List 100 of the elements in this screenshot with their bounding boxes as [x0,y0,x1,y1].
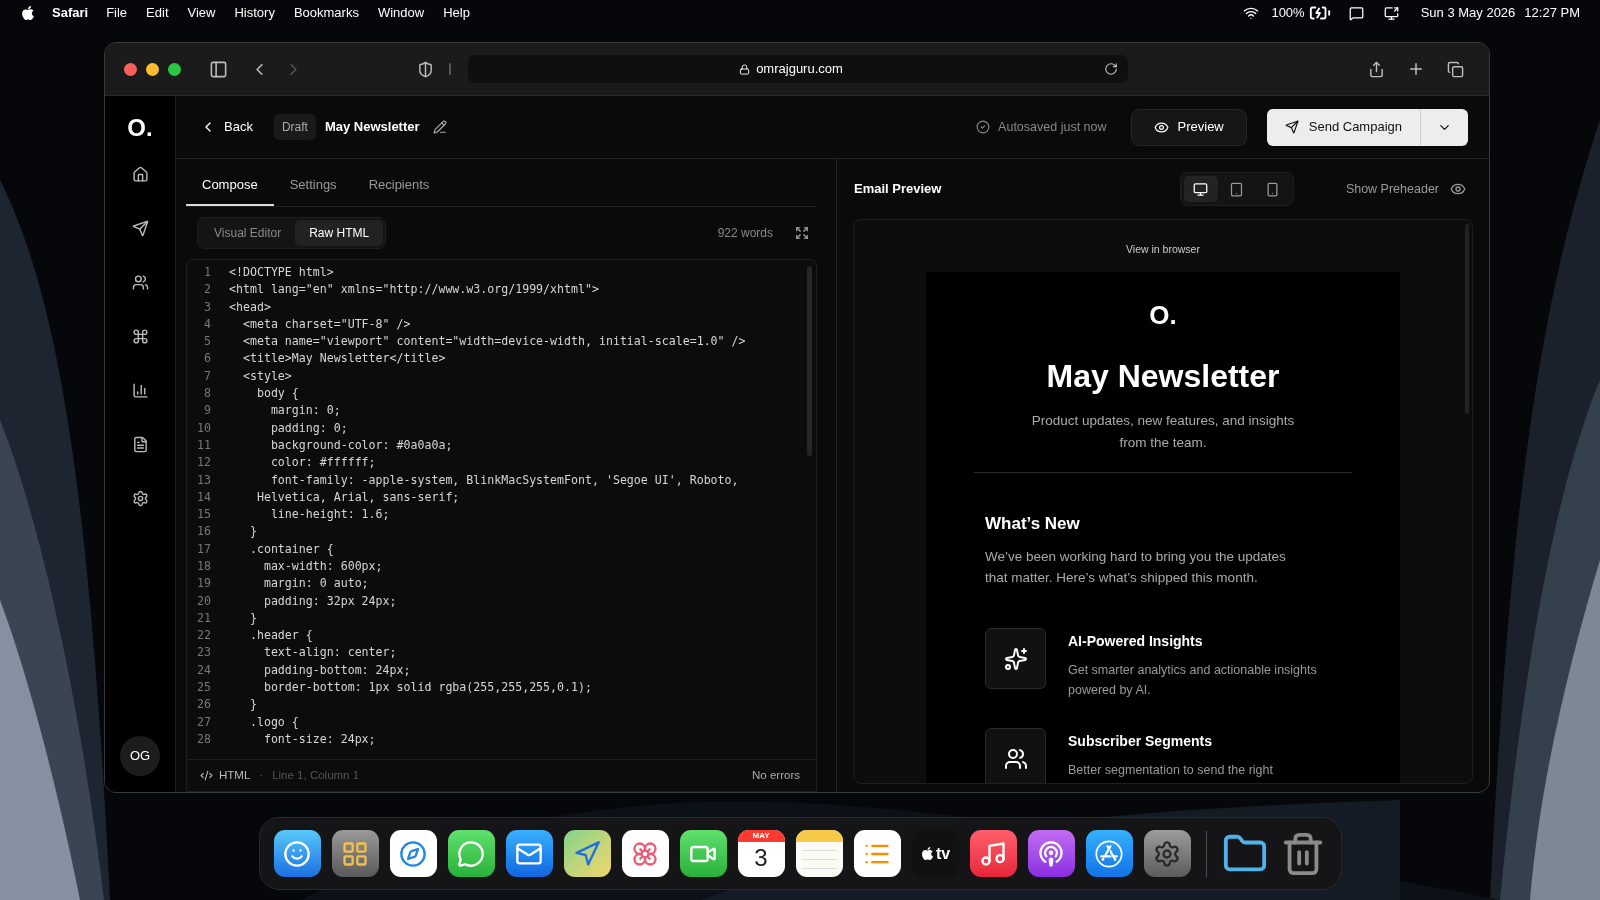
menu-date[interactable]: Sun 3 May 2026 [1420,3,1516,23]
chat-icon[interactable] [1348,5,1364,21]
code-line: <title>May Newsletter</title> [241,350,446,368]
mail-icon[interactable] [505,830,553,877]
code-line: } [248,609,257,627]
send-campaign-button[interactable]: Send Campaign [1266,108,1420,146]
email-title: May Newsletter [1046,359,1280,392]
minimize-window-button[interactable] [146,62,159,76]
code-line: margin: 0; [269,402,341,420]
line-number: 27 [196,713,211,731]
line-number: 19 [196,575,211,593]
campaign-title: May Newsletter [324,118,420,137]
tv-app-icon[interactable]: tv [911,830,959,877]
preview-title: Email Preview [854,180,942,199]
bar-chart-icon[interactable] [131,382,149,399]
code-line: line-height: 1.6; [269,506,390,524]
expand-icon[interactable] [795,226,809,240]
back-button[interactable]: Back [200,117,253,137]
settings-icon[interactable] [131,490,149,507]
code-line: <head> [229,298,271,316]
code-line: background-color: #0a0a0a; [269,436,453,454]
code-line: <style> [241,367,292,385]
line-number: 4 [203,315,211,333]
editor-tab[interactable]: Compose [186,159,274,206]
menu-item[interactable]: History [234,3,275,23]
editor-tab[interactable]: Recipients [352,159,446,206]
editor-mode-option[interactable]: Raw HTML [295,220,384,246]
line-number: 20 [196,592,211,610]
menu-item[interactable]: View [187,3,216,23]
wifi-icon[interactable] [1243,5,1260,21]
menu-item[interactable]: Edit [146,3,169,23]
close-window-button[interactable] [124,62,137,76]
users-icon[interactable] [131,274,149,291]
reminders-icon[interactable] [853,830,901,877]
line-number: 25 [196,679,211,697]
address-field[interactable]: omrajguru.com [468,55,1128,83]
calendar-icon[interactable]: MAY 3 [737,830,785,877]
app-menu[interactable]: Safari [52,3,89,23]
feature-description: Better segmentation to send the right [1068,762,1274,780]
menu-item[interactable]: Window [377,3,425,23]
document-icon[interactable] [131,436,149,453]
notes-icon[interactable] [795,830,843,877]
code-line: text-align: center; [262,644,397,662]
preview-button[interactable]: Preview [1130,108,1247,146]
feature-description: Get smarter analytics and actionable insights powered by AI. [1068,662,1318,700]
code-line: margin: 0 auto; [262,575,369,593]
line-number: 15 [196,506,211,524]
line-number: 9 [203,402,211,420]
maps-icon[interactable] [563,830,611,877]
error-status: No errors [752,767,800,783]
menu-item[interactable]: File [106,3,128,23]
editor-tab[interactable]: Settings [273,159,353,206]
photos-icon[interactable] [621,830,669,877]
code-line: font-family: -apple-system, BlinkMacSystemFont, 'Segoe UI', Roboto, [269,471,739,489]
show-preheader-button[interactable]: Show Preheader [1345,179,1439,199]
menu-item[interactable]: Help [443,3,470,23]
tab-overview-icon[interactable] [1447,60,1464,78]
zoom-window-button[interactable] [168,62,181,76]
podcasts-icon[interactable] [1027,830,1075,877]
system-settings-icon[interactable] [1143,830,1191,877]
tablet-icon [1229,181,1245,197]
messages-icon[interactable] [447,830,495,877]
line-number: 16 [196,523,211,541]
menu-time[interactable]: 12:27 PM [1524,3,1580,23]
code-line: border-bottom: 1px solid rgba(255,255,255,0.1); [262,679,592,697]
language-label: HTML [219,767,251,783]
paper-plane-icon[interactable] [131,220,149,237]
share-icon[interactable] [1368,60,1385,78]
home-icon[interactable] [131,166,149,183]
code-line: <meta name="viewport" content="width=device-width, initial-scale=1.0" /> [241,333,746,351]
line-number: 1 [203,263,211,281]
app-store-icon[interactable] [1085,830,1133,877]
code-line: } [248,523,257,541]
code-line: font-size: 24px; [262,730,376,748]
shield-icon[interactable] [417,60,434,78]
view-in-browser-link[interactable]: View in browser [1126,242,1200,258]
launchpad-icon[interactable] [331,830,379,877]
menu-item[interactable]: Bookmarks [293,3,359,23]
apple-logo-icon[interactable] [20,5,36,21]
eye-icon [1153,119,1169,135]
user-avatar[interactable]: OG [120,736,160,776]
edit-icon[interactable] [432,120,447,134]
music-icon[interactable] [969,830,1017,877]
eye-icon[interactable] [1450,181,1466,197]
line-number: 24 [196,661,211,679]
code-line: padding-bottom: 24px; [262,661,411,679]
separator-dot: · [259,767,264,783]
command-icon[interactable] [131,328,149,345]
line-number: 6 [203,350,211,368]
calendar-month: MAY [737,830,785,842]
code-line: .container { [248,540,334,558]
editor-mode-option[interactable]: Visual Editor [200,220,296,246]
compass-icon[interactable] [389,830,437,877]
new-tab-icon[interactable] [1407,60,1425,78]
sidebar-toggle-icon[interactable] [209,59,228,79]
desktop-view-button[interactable] [1183,176,1218,202]
app-logo[interactable]: O. [127,116,153,140]
screen-share-icon[interactable] [1383,5,1399,21]
video-camera-icon[interactable] [679,830,727,877]
reload-icon[interactable] [1104,62,1118,76]
